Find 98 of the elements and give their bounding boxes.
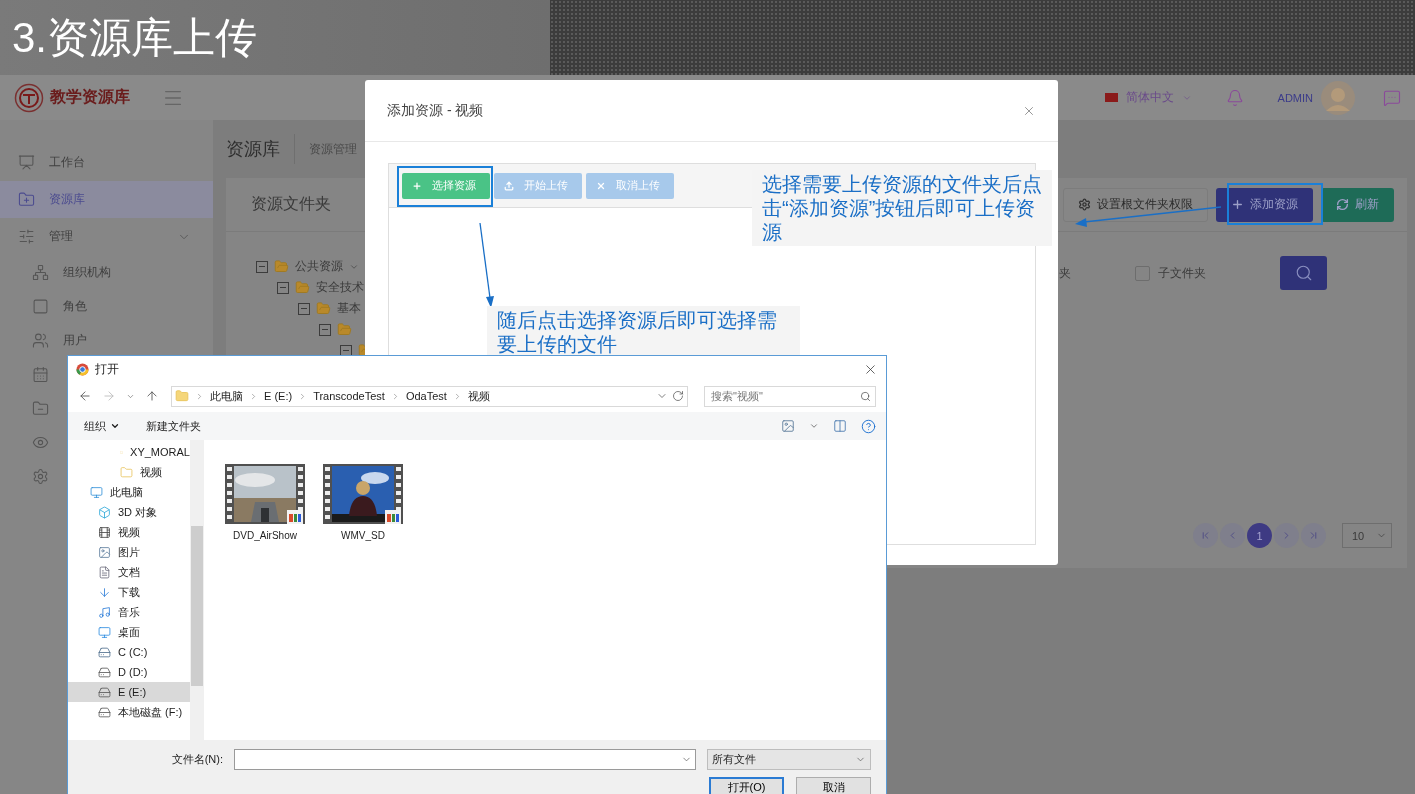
nav-item[interactable]: 本地磁盘 (F:) (68, 702, 190, 722)
refresh-icon (672, 390, 685, 402)
gear-icon (32, 467, 49, 485)
collapse-toggle[interactable] (256, 260, 268, 273)
cancel-button[interactable]: 取消 (796, 777, 871, 794)
page-button[interactable]: 1 (1247, 523, 1272, 548)
nav-item[interactable]: 视频 (68, 462, 190, 482)
monitor-icon (98, 625, 111, 639)
folder-plus-icon (18, 191, 35, 208)
path-segment[interactable]: TranscodeTest (313, 390, 385, 402)
path-segment[interactable]: 视频 (467, 388, 490, 404)
filename-label: 文件名(N): (171, 751, 223, 767)
search-button[interactable] (1280, 256, 1327, 290)
new-folder-button[interactable]: 新建文件夹 (146, 418, 201, 434)
bell-icon[interactable] (1225, 88, 1244, 107)
caret-icon (110, 421, 120, 431)
collapse-toggle[interactable] (298, 302, 310, 315)
drive-icon (98, 705, 111, 719)
chart-board-icon (18, 154, 35, 171)
plus-icon (1231, 198, 1244, 211)
cube-icon (98, 505, 111, 519)
film-icon (98, 525, 111, 539)
last-page-icon (1308, 530, 1319, 541)
callout-text: 选择需要上传资源的文件夹后点击“添加资源”按钮后即可上传资源 (752, 170, 1052, 246)
nav-item[interactable]: XY_MORAL (68, 442, 190, 462)
card-icon (32, 297, 49, 315)
collapse-toggle[interactable] (277, 281, 289, 294)
modal-title: 添加资源 - 视频 (387, 101, 484, 120)
document-icon (98, 565, 111, 579)
dialog-title: 打开 (95, 360, 119, 378)
path-segment[interactable]: 此电脑 (210, 388, 243, 404)
file-name[interactable]: DVD_AirShow (233, 530, 297, 541)
drive-icon (98, 685, 111, 699)
hierarchy-icon (32, 263, 49, 281)
close-icon (596, 180, 606, 191)
flag-icon (1104, 93, 1118, 102)
first-page-button[interactable] (1193, 523, 1218, 548)
gear-icon (1078, 198, 1091, 211)
refresh-icon (1336, 198, 1349, 211)
view-icon[interactable] (781, 419, 795, 433)
add-button[interactable]: 添加资源 (1216, 187, 1313, 222)
nav-item[interactable]: 桌面 (68, 622, 190, 642)
nav-item[interactable]: E (E:) (68, 682, 190, 702)
emblem-icon (14, 82, 44, 113)
nav-item[interactable]: 文档 (68, 562, 190, 582)
first-page-icon (1200, 530, 1211, 541)
path-segment[interactable]: E (E:) (264, 390, 293, 402)
path-segment[interactable]: OdaTest (405, 390, 447, 402)
round-logo-icon (76, 362, 89, 376)
caret-icon[interactable] (809, 421, 819, 431)
callout-text: 随后点击选择资源后即可选择需要上传的文件 (487, 306, 800, 358)
help-icon[interactable] (861, 418, 876, 434)
nav-item[interactable]: 此电脑 (68, 482, 190, 502)
users-icon (32, 331, 49, 349)
collapse-toggle[interactable] (340, 344, 352, 357)
page-title: 资源库 (226, 138, 280, 161)
scrollbar[interactable] (190, 440, 204, 740)
checkbox-label: 子文件夹 (1158, 264, 1206, 282)
monitor-icon (90, 485, 103, 499)
permission-button[interactable]: 设置根文件夹权限 (1063, 187, 1208, 222)
forward-arrow-icon[interactable] (102, 389, 116, 403)
search-icon (1294, 264, 1313, 282)
address-bar[interactable]: 此电脑 E (E:) TranscodeTest OdaTest 视频 (171, 385, 689, 407)
file-name[interactable]: WMV_SD (341, 530, 385, 541)
image-icon (98, 545, 111, 559)
filename-field[interactable] (234, 748, 696, 770)
file-type-select[interactable]: 所有文件 (707, 748, 871, 770)
drive-icon (98, 645, 111, 659)
chevron-right-icon (249, 391, 258, 401)
calendar-icon (32, 365, 49, 383)
nav-item[interactable]: 视频 (68, 522, 190, 542)
nav-item[interactable]: 音乐 (68, 602, 190, 622)
upload-icon (504, 180, 514, 191)
search-icon (860, 390, 871, 402)
nav-item[interactable]: 下载 (68, 582, 190, 602)
back-arrow-icon[interactable] (78, 389, 92, 403)
pane-icon[interactable] (833, 419, 847, 433)
music-note-icon (98, 605, 111, 619)
last-page-button[interactable] (1301, 523, 1326, 548)
logo-text: 教学资源库 (50, 87, 130, 107)
organize-menu[interactable]: 组织 (84, 418, 120, 434)
drive-icon (98, 665, 111, 679)
nav-item[interactable]: C (C:) (68, 642, 190, 662)
collapse-toggle[interactable] (319, 323, 331, 336)
nav-item[interactable]: D (D:) (68, 662, 190, 682)
card-title: 资源文件夹 (251, 194, 331, 214)
open-button[interactable]: 打开(O) (709, 777, 784, 794)
nav-item[interactable]: 3D 对象 (68, 502, 190, 522)
down-arrow-icon (98, 585, 111, 599)
filter-label: 夹 (1059, 264, 1071, 282)
nav-item[interactable]: 图片 (68, 542, 190, 562)
checkbox[interactable] (1135, 265, 1150, 281)
chevron-right-icon (195, 391, 204, 401)
sliders-icon (18, 228, 35, 245)
search-field[interactable]: 搜索"视频" (704, 385, 876, 407)
plus-icon (412, 180, 422, 191)
chat-icon[interactable] (1383, 88, 1401, 107)
slide-title: 3.资源库上传 (12, 12, 258, 63)
